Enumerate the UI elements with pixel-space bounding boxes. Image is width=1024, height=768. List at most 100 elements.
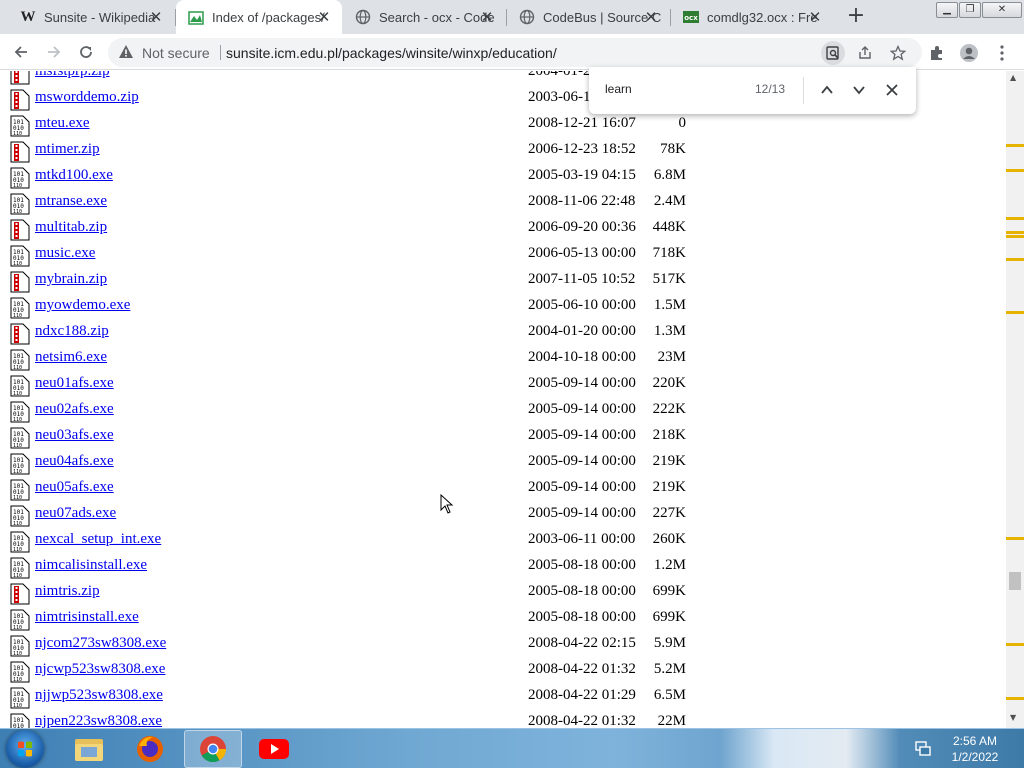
address-bar[interactable]: Not secure sunsite.icm.edu.pl/packages/w…	[108, 38, 922, 67]
file-row: 101 010 110 njcwp523sw8308.exe 2008-04-22 01…	[0, 658, 1006, 684]
binary-file-icon: 101010110	[10, 297, 30, 319]
taskbar-chrome[interactable]	[184, 730, 242, 768]
chevron-up-icon	[821, 85, 833, 94]
find-close-button[interactable]	[880, 78, 904, 102]
wikipedia-icon: W	[20, 8, 36, 25]
bookmark-star-icon[interactable]	[886, 41, 910, 65]
file-link[interactable]: msworddemo.zip	[35, 89, 139, 106]
share-icon[interactable]	[853, 41, 877, 65]
file-link[interactable]: nimcalisinstall.exe	[35, 557, 147, 574]
restore-button[interactable]: ❐	[959, 2, 981, 18]
file-size: 218K	[652, 427, 686, 443]
file-link[interactable]: mtranse.exe	[35, 193, 107, 210]
file-link[interactable]: neu01afs.exe	[35, 375, 114, 392]
file-size: 6.8M	[653, 167, 686, 183]
file-size: 699K	[652, 609, 686, 625]
close-icon[interactable]: ✕	[148, 9, 164, 25]
find-in-page-icon[interactable]	[821, 41, 845, 65]
wallpaper-peek	[720, 729, 900, 768]
find-next-button[interactable]	[847, 78, 871, 102]
taskbar-explorer[interactable]	[60, 730, 118, 768]
taskbar-youtube[interactable]	[245, 730, 303, 768]
kebab-menu-icon[interactable]	[990, 41, 1014, 65]
file-link[interactable]: ndxc188.zip	[35, 323, 109, 340]
file-link[interactable]: mybrain.zip	[35, 271, 107, 288]
file-link[interactable]: neu07ads.exe	[35, 505, 116, 522]
reload-button[interactable]	[74, 40, 98, 64]
binary-file-icon: 101010110	[10, 245, 30, 267]
file-link[interactable]: nexcal_setup_int.exe	[35, 531, 161, 548]
file-link[interactable]: music.exe	[35, 245, 95, 262]
file-size: 222K	[652, 401, 686, 417]
file-link[interactable]: njcwp523sw8308.exe	[35, 661, 165, 678]
scroll-up-arrow-icon[interactable]: ▲	[1010, 73, 1016, 82]
network-icon[interactable]	[914, 739, 932, 757]
firefox-icon	[137, 736, 163, 762]
minimize-button[interactable]: ▁	[936, 2, 958, 18]
file-link[interactable]: multitab.zip	[35, 219, 107, 236]
file-size: 448K	[652, 219, 686, 235]
scroll-down-arrow-icon[interactable]: ▼	[1010, 713, 1016, 722]
file-link[interactable]: njpen223sw8308.exe	[35, 713, 162, 728]
file-link[interactable]: msfstprp.zip	[35, 71, 110, 80]
close-icon[interactable]: ✕	[807, 9, 823, 25]
back-button[interactable]	[9, 40, 33, 64]
file-size: 22M	[657, 713, 686, 728]
find-input[interactable]: learn	[605, 82, 632, 96]
close-icon	[886, 84, 898, 96]
clock-time: 2:56 AM	[952, 734, 998, 748]
extensions-icon[interactable]	[925, 41, 949, 65]
file-link[interactable]: nimtris.zip	[35, 583, 100, 600]
svg-text:110: 110	[13, 443, 22, 449]
file-link[interactable]: mtkd100.exe	[35, 167, 113, 184]
file-link[interactable]: njjwp523sw8308.exe	[35, 687, 163, 704]
taskbar-firefox[interactable]	[121, 730, 179, 768]
forward-button[interactable]	[42, 40, 66, 64]
ocx-icon: ocx	[683, 9, 699, 25]
close-icon[interactable]: ✕	[479, 9, 495, 25]
file-link[interactable]: neu04afs.exe	[35, 453, 114, 470]
file-size: 6.5M	[653, 687, 686, 703]
scrollbar-thumb[interactable]	[1009, 572, 1021, 590]
file-row: multitab.zip 2006-09-20 00:36 448K	[0, 216, 1006, 242]
file-size: 23M	[657, 349, 686, 365]
find-match-count: 12/13	[755, 82, 786, 96]
tab-search-ocx[interactable]: Search - ocx - Code ✕	[343, 0, 505, 34]
not-secure-label[interactable]: Not secure	[142, 45, 210, 61]
file-size: 699K	[652, 583, 686, 599]
tab-wikipedia[interactable]: W Sunsite - Wikipedia ✕	[8, 0, 174, 34]
tab-index-packages[interactable]: Index of /packages/ ✕	[176, 0, 342, 35]
file-link[interactable]: neu02afs.exe	[35, 401, 114, 418]
file-link[interactable]: myowdemo.exe	[35, 297, 130, 314]
file-size: 260K	[652, 531, 686, 547]
file-link[interactable]: njcom273sw8308.exe	[35, 635, 166, 652]
system-clock[interactable]: 2:56 AM 1/2/2022	[940, 733, 1010, 765]
file-date: 2005-06-10 00:00	[528, 297, 636, 313]
zip-file-icon	[10, 271, 30, 293]
file-link[interactable]: netsim6.exe	[35, 349, 107, 366]
file-link[interactable]: mtimer.zip	[35, 141, 100, 158]
vertical-scrollbar[interactable]: ▲ ▼	[1006, 71, 1024, 728]
tab-codebus[interactable]: CodeBus | Source C ✕	[507, 0, 669, 34]
tab-comdlg32[interactable]: ocx comdlg32.ocx : Fre ✕	[671, 0, 833, 34]
find-previous-button[interactable]	[815, 78, 839, 102]
file-link[interactable]: neu05afs.exe	[35, 479, 114, 496]
zip-file-icon	[10, 141, 30, 163]
start-button[interactable]	[6, 730, 44, 768]
file-size: 219K	[652, 453, 686, 469]
profile-avatar-icon[interactable]	[957, 41, 981, 65]
url-text[interactable]: sunsite.icm.edu.pl/packages/winsite/winx…	[226, 45, 557, 61]
file-row: 101 010 110 neu05afs.exe 2005-09-14 00:00 219…	[0, 476, 1006, 502]
file-link[interactable]: mteu.exe	[35, 115, 90, 132]
warning-icon[interactable]	[118, 44, 134, 64]
close-window-button[interactable]: ✕	[982, 2, 1022, 18]
file-date: 2008-12-21 16:07	[528, 115, 636, 131]
close-icon[interactable]: ✕	[316, 9, 332, 25]
close-icon[interactable]: ✕	[643, 9, 659, 25]
window-controls: ▁ ❐ ✕	[936, 2, 1022, 18]
file-link[interactable]: nimtrisinstall.exe	[35, 609, 139, 626]
new-tab-button[interactable]: +	[844, 5, 868, 29]
windows-logo-icon	[18, 741, 32, 757]
file-link[interactable]: neu03afs.exe	[35, 427, 114, 444]
chrome-icon	[200, 736, 227, 763]
